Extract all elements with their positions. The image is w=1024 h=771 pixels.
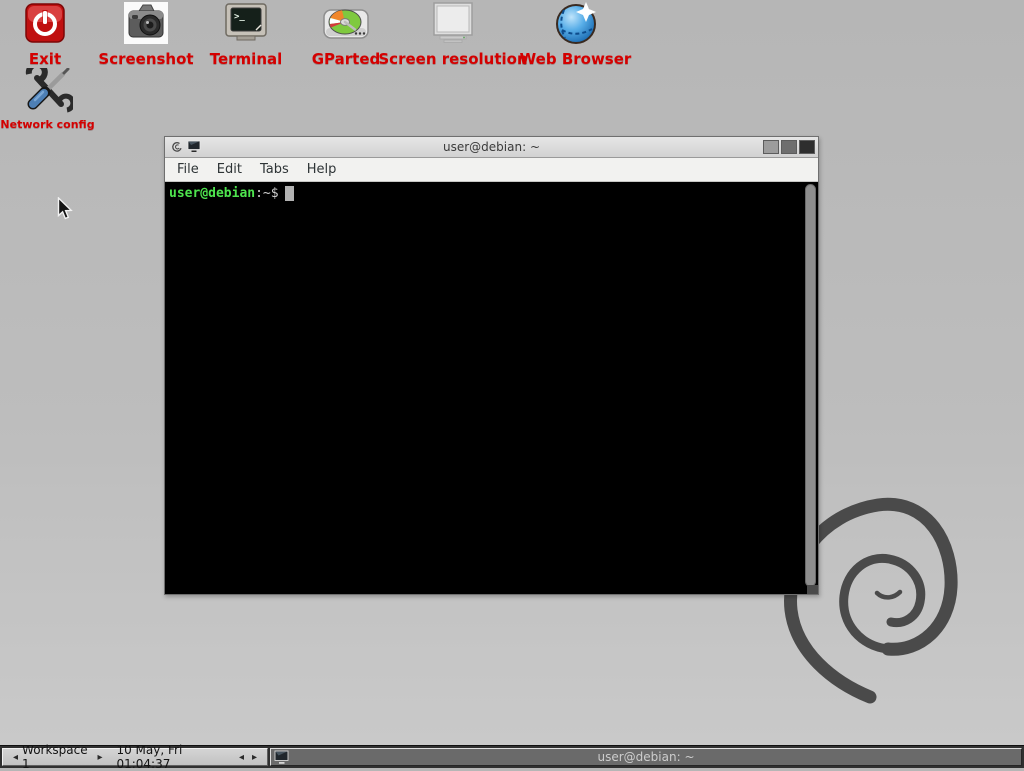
terminal-scrollbar[interactable] xyxy=(805,184,816,587)
gparted-disk-icon xyxy=(322,2,370,46)
icon-label-terminal: Terminal xyxy=(210,50,283,68)
taskbar: ◂ Workspace 1 ▸ 10 May, Fri 01:04:37 ◂ ▸… xyxy=(0,745,1024,768)
minimize-button[interactable] xyxy=(763,140,779,154)
menu-tabs[interactable]: Tabs xyxy=(251,160,298,179)
maximize-button[interactable] xyxy=(781,140,797,154)
icon-label-exit: Exit xyxy=(29,50,61,68)
icon-label-web-browser: Web Browser xyxy=(520,50,632,68)
svg-text:>_: >_ xyxy=(234,12,245,22)
clock-next-arrow[interactable]: ▸ xyxy=(248,752,261,763)
clock-prev-arrow[interactable]: ◂ xyxy=(235,752,248,763)
desktop-icon-terminal[interactable]: >_ Terminal xyxy=(198,2,294,68)
icon-label-network-config: Network config xyxy=(0,118,94,131)
prompt-user-host: user@debian xyxy=(169,185,255,202)
icon-label-screen-resolution: Screen resolution xyxy=(378,50,527,68)
terminal-block-cursor xyxy=(285,186,294,201)
window-title: user@debian: ~ xyxy=(165,140,818,154)
window-titlebar[interactable]: user@debian: ~ xyxy=(165,137,818,158)
menu-help[interactable]: Help xyxy=(298,160,346,179)
icon-label-screenshot: Screenshot xyxy=(98,50,193,68)
camera-icon xyxy=(123,2,169,46)
monitor-icon xyxy=(428,2,478,46)
terminal-content[interactable]: user@debian:~$ xyxy=(165,182,818,594)
workspace-pager: ◂ Workspace 1 ▸ 10 May, Fri 01:04:37 ◂ ▸ xyxy=(2,748,268,766)
desktop-icon-network-config[interactable]: Network config xyxy=(0,68,95,131)
prompt-symbol: $ xyxy=(271,185,279,202)
close-button[interactable] xyxy=(799,140,815,154)
desktop-icon-exit[interactable]: Exit xyxy=(5,2,85,68)
terminal-mini-icon xyxy=(187,138,201,157)
menu-file[interactable]: File xyxy=(168,160,208,179)
window-resize-grip[interactable] xyxy=(807,585,818,594)
icon-label-gparted: GParted xyxy=(312,50,381,68)
desktop-icon-screen-resolution[interactable]: Screen resolution xyxy=(388,2,518,68)
menu-edit[interactable]: Edit xyxy=(208,160,251,179)
prompt-separator: : xyxy=(255,185,263,202)
workspace-next-arrow[interactable]: ▸ xyxy=(93,752,106,763)
prompt-path: ~ xyxy=(263,185,271,202)
debian-swirl-icon xyxy=(170,138,183,157)
taskbar-clock: 10 May, Fri 01:04:37 xyxy=(116,743,230,771)
globe-icon xyxy=(554,2,598,46)
taskbar-window-button[interactable]: user@debian: ~ xyxy=(270,748,1022,766)
power-icon xyxy=(24,2,66,46)
taskbar-window-label: user@debian: ~ xyxy=(271,749,1021,765)
tools-icon xyxy=(23,68,73,116)
workspace-prev-arrow[interactable]: ◂ xyxy=(9,752,22,763)
terminal-prompt: user@debian:~$ xyxy=(165,182,818,202)
desktop-icon-web-browser[interactable]: Web Browser xyxy=(518,2,633,68)
terminal-crt-icon: >_ xyxy=(223,2,269,46)
desktop-icon-screenshot[interactable]: Screenshot xyxy=(96,2,196,68)
terminal-window: user@debian: ~ File Edit Tabs Help user@… xyxy=(164,136,819,595)
window-menubar: File Edit Tabs Help xyxy=(165,158,818,182)
mouse-cursor xyxy=(57,197,74,225)
workspace-label: Workspace 1 xyxy=(22,743,93,771)
